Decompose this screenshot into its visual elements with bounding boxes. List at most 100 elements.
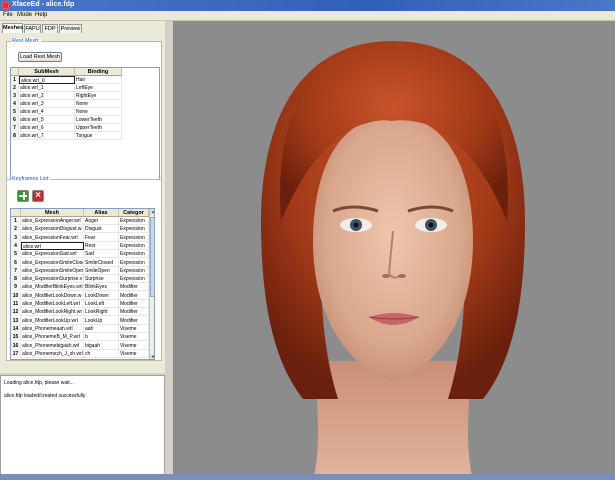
table-row[interactable]: 17 alice_Phonemech_J_sh.wrl ch Viseme bbox=[11, 349, 149, 358]
table-row[interactable]: 3 alice.wrl_2 RightEye bbox=[11, 92, 122, 100]
table-row[interactable]: 9 alice_ModifierBlinkEyes.wrl BlinkEyes Mod… bbox=[11, 283, 149, 292]
alias-cell[interactable]: LookUp bbox=[84, 316, 119, 325]
delete-icon[interactable]: × bbox=[32, 190, 44, 202]
submesh-cell[interactable]: alice.wrl_0 bbox=[19, 76, 75, 84]
mesh-cell[interactable]: alice_ModifierLookRight.wr bbox=[21, 308, 84, 317]
table-row[interactable]: 16 alice_Phonemebigaah.wrl bigaah Viseme bbox=[11, 341, 149, 350]
tab-fapu[interactable]: FAPU bbox=[24, 24, 41, 33]
alias-cell[interactable]: Disgust bbox=[84, 225, 119, 234]
category-cell[interactable]: Expression bbox=[119, 250, 149, 259]
table-row[interactable]: 6 alice.wrl_5 LowerTeeth bbox=[11, 116, 122, 124]
alias-cell[interactable]: Anger bbox=[84, 217, 119, 225]
mesh-cell[interactable]: alice_ExpressionDisgust.w bbox=[21, 225, 84, 234]
category-cell[interactable]: Expression bbox=[119, 266, 149, 275]
category-cell[interactable]: Viseme bbox=[119, 341, 149, 350]
submesh-cell[interactable]: alice.wrl_3 bbox=[19, 100, 75, 108]
table-row[interactable]: 8 alice.wrl_7 Tongue bbox=[11, 132, 122, 140]
category-cell[interactable]: Expression bbox=[119, 275, 149, 284]
mesh-cell[interactable]: alice_ExpressionSmileOpen bbox=[21, 266, 84, 275]
mesh-cell[interactable]: alice_ExpressionFear.wrl bbox=[21, 233, 84, 242]
alias-cell[interactable]: b bbox=[84, 333, 119, 342]
mesh-cell[interactable]: alice_ModifierLookDown.w bbox=[21, 291, 84, 300]
alias-cell[interactable]: aah bbox=[84, 324, 119, 333]
binding-cell[interactable]: Hair bbox=[75, 76, 122, 84]
scroll-up-icon[interactable]: ▲ bbox=[150, 209, 154, 215]
category-cell[interactable]: Expression bbox=[119, 258, 149, 267]
table-row[interactable]: 3 alice_ExpressionFear.wrl Fear Expression bbox=[11, 233, 149, 242]
table-row[interactable]: 14 alice_Phonemeaah.wrl aah Viseme bbox=[11, 324, 149, 333]
tab-fdp[interactable]: FDP bbox=[42, 24, 58, 33]
table-row[interactable]: 12 alice_ModifierLookRight.wr LookRight Mod… bbox=[11, 308, 149, 317]
binding-cell[interactable]: None bbox=[75, 108, 122, 116]
submesh-cell[interactable]: alice.wrl_6 bbox=[19, 124, 75, 132]
category-cell[interactable]: Modifier bbox=[119, 308, 149, 317]
alias-cell[interactable]: Rest bbox=[84, 241, 119, 250]
category-cell[interactable]: Modifier bbox=[119, 316, 149, 325]
tab-preview[interactable]: Preview bbox=[59, 24, 82, 33]
table-row[interactable]: 2 alice_ExpressionDisgust.w Disgust Express… bbox=[11, 225, 149, 234]
mesh-cell[interactable]: alice_Phonemebigaah.wrl bbox=[21, 341, 84, 350]
mesh-cell[interactable]: alice_ExpressionSmileClosed bbox=[21, 258, 84, 267]
table-row[interactable]: 8 alice_ExpressionSurprise.v Surprise Expre… bbox=[11, 275, 149, 284]
mesh-cell[interactable]: alice_ModifierLookUp.wrl bbox=[21, 316, 84, 325]
category-header[interactable]: Categor bbox=[119, 209, 149, 217]
submesh-cell[interactable]: alice.wrl_7 bbox=[19, 132, 75, 140]
category-cell[interactable]: Expression bbox=[119, 241, 149, 250]
binding-header[interactable]: Binding bbox=[75, 68, 122, 76]
table-row[interactable]: 6 alice_ExpressionSmileClosed SmileClosed E… bbox=[11, 258, 149, 267]
table-row[interactable]: 7 alice.wrl_6 UpperTeeth bbox=[11, 124, 122, 132]
binding-cell[interactable]: None bbox=[75, 100, 122, 108]
table-row[interactable]: 4 alice.wrl_3 None bbox=[11, 100, 122, 108]
table-row[interactable]: 11 alice_ModifierLookLeft.wrl LookLeft Modi… bbox=[11, 300, 149, 308]
alias-cell[interactable]: BlinkEyes bbox=[84, 283, 119, 292]
menu-file[interactable]: File bbox=[3, 12, 13, 18]
category-cell[interactable]: Expression bbox=[119, 217, 149, 225]
submesh-header[interactable]: SubMesh bbox=[19, 68, 75, 76]
mesh-cell[interactable]: alice_Phonemeaah.wrl bbox=[21, 324, 84, 333]
category-cell[interactable]: Modifier bbox=[119, 283, 149, 292]
submesh-cell[interactable]: alice.wrl_4 bbox=[19, 108, 75, 116]
table-row[interactable]: 1 alice_ExpressionAnger.wrl Anger Expressio… bbox=[11, 217, 149, 225]
mesh-cell[interactable]: alice.wrl bbox=[21, 241, 84, 250]
submesh-cell[interactable]: alice.wrl_5 bbox=[19, 116, 75, 124]
binding-cell[interactable]: LeftEye bbox=[75, 84, 122, 92]
category-cell[interactable]: Expression bbox=[119, 233, 149, 242]
table-row[interactable]: 2 alice.wrl_1 LeftEye bbox=[11, 84, 122, 92]
binding-cell[interactable]: Tongue bbox=[75, 132, 122, 140]
mesh-cell[interactable]: alice_ModifierBlinkEyes.wrl bbox=[21, 283, 84, 292]
alias-cell[interactable]: LookDown bbox=[84, 291, 119, 300]
category-cell[interactable]: Modifier bbox=[119, 291, 149, 300]
scroll-down-icon[interactable]: ▼ bbox=[150, 354, 154, 359]
keyframes-scrollbar[interactable]: ▲ ▼ bbox=[149, 209, 154, 359]
table-row[interactable]: 5 alice_ExpressionSad.wrl Sad Expression bbox=[11, 250, 149, 259]
menu-help[interactable]: Help bbox=[35, 12, 47, 18]
binding-cell[interactable]: UpperTeeth bbox=[75, 124, 122, 132]
mesh-cell[interactable]: alice_ExpressionAnger.wrl bbox=[21, 217, 84, 225]
category-cell[interactable]: Expression bbox=[119, 225, 149, 234]
table-row[interactable]: 7 alice_ExpressionSmileOpen SmileOpen Expre… bbox=[11, 266, 149, 275]
category-cell[interactable]: Viseme bbox=[119, 324, 149, 333]
alias-cell[interactable]: bigaah bbox=[84, 341, 119, 350]
load-rest-mesh-button[interactable]: Load Rest Mesh bbox=[18, 52, 62, 62]
table-row[interactable]: 4 alice.wrl Rest Expression bbox=[11, 241, 149, 250]
table-row[interactable]: 13 alice_ModifierLookUp.wrl LookUp Modifier bbox=[11, 316, 149, 325]
menu-mode[interactable]: Mode bbox=[17, 12, 32, 18]
submesh-cell[interactable]: alice.wrl_2 bbox=[19, 92, 75, 100]
mesh-cell[interactable]: alice_ExpressionSad.wrl bbox=[21, 250, 84, 259]
alias-header[interactable]: Alias bbox=[84, 209, 119, 217]
table-row[interactable]: 5 alice.wrl_4 None bbox=[11, 108, 122, 116]
binding-cell[interactable]: RightEye bbox=[75, 92, 122, 100]
submesh-cell[interactable]: alice.wrl_1 bbox=[19, 84, 75, 92]
table-row[interactable]: 15 alice_PhonemeB_M_P.wrl b Viseme bbox=[11, 333, 149, 342]
mesh-cell[interactable]: alice_ExpressionSurprise.v bbox=[21, 275, 84, 284]
category-cell[interactable]: Modifier bbox=[119, 300, 149, 308]
alias-cell[interactable]: Fear bbox=[84, 233, 119, 242]
add-icon[interactable] bbox=[17, 190, 29, 202]
mesh-cell[interactable]: alice_Phonemech_J_sh.wrl bbox=[21, 349, 84, 358]
mesh-cell[interactable]: alice_PhonemeB_M_P.wrl bbox=[21, 333, 84, 342]
alias-cell[interactable]: Sad bbox=[84, 250, 119, 259]
category-cell[interactable]: Viseme bbox=[119, 349, 149, 358]
category-cell[interactable]: Viseme bbox=[119, 333, 149, 342]
alias-cell[interactable]: SmileClosed bbox=[84, 258, 119, 267]
mesh-header[interactable]: Mesh bbox=[21, 209, 84, 217]
